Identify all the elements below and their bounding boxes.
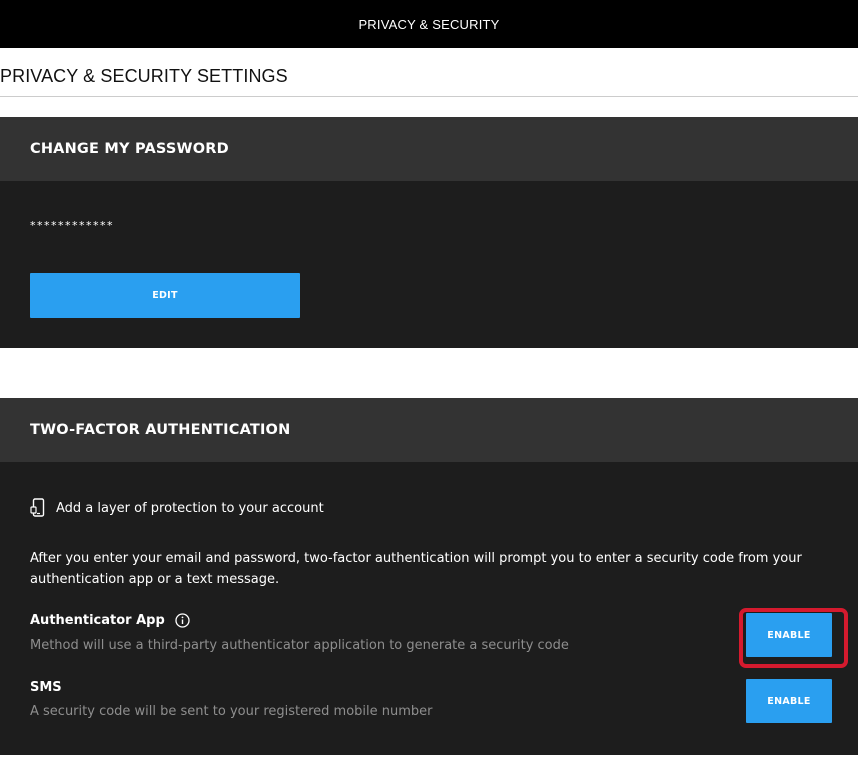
- page-title: PRIVACY & SECURITY SETTINGS: [0, 66, 288, 86]
- enable-sms-button[interactable]: ENABLE: [746, 679, 832, 723]
- change-password-header: CHANGE MY PASSWORD: [0, 117, 858, 181]
- sms-title: SMS: [30, 680, 62, 695]
- top-bar: PRIVACY & SECURITY: [0, 0, 858, 48]
- two-factor-panel: TWO-FACTOR AUTHENTICATION Add a layer of…: [0, 398, 858, 755]
- authenticator-app-label: Authenticator App: [30, 613, 165, 628]
- edit-password-button[interactable]: EDIT: [30, 273, 300, 318]
- top-bar-title: PRIVACY & SECURITY: [358, 16, 500, 32]
- masked-password: ************: [30, 219, 114, 232]
- two-factor-description: After you enter your email and password,…: [30, 551, 802, 587]
- two-factor-subtitle: Add a layer of protection to your accoun…: [56, 500, 324, 516]
- enable-authenticator-app-button[interactable]: ENABLE: [746, 613, 832, 657]
- authenticator-app-title: Authenticator App: [30, 613, 190, 628]
- two-factor-subtitle-row: Add a layer of protection to your accoun…: [30, 498, 324, 518]
- mobile-phone-icon: [30, 498, 46, 518]
- title-divider: [0, 96, 858, 97]
- change-password-panel: CHANGE MY PASSWORD ************ EDIT: [0, 117, 858, 348]
- info-circle-icon[interactable]: [175, 613, 190, 628]
- two-factor-header: TWO-FACTOR AUTHENTICATION: [0, 398, 858, 462]
- authenticator-app-note: Method will use a third-party authentica…: [30, 638, 569, 653]
- sms-note: A security code will be sent to your reg…: [30, 704, 433, 719]
